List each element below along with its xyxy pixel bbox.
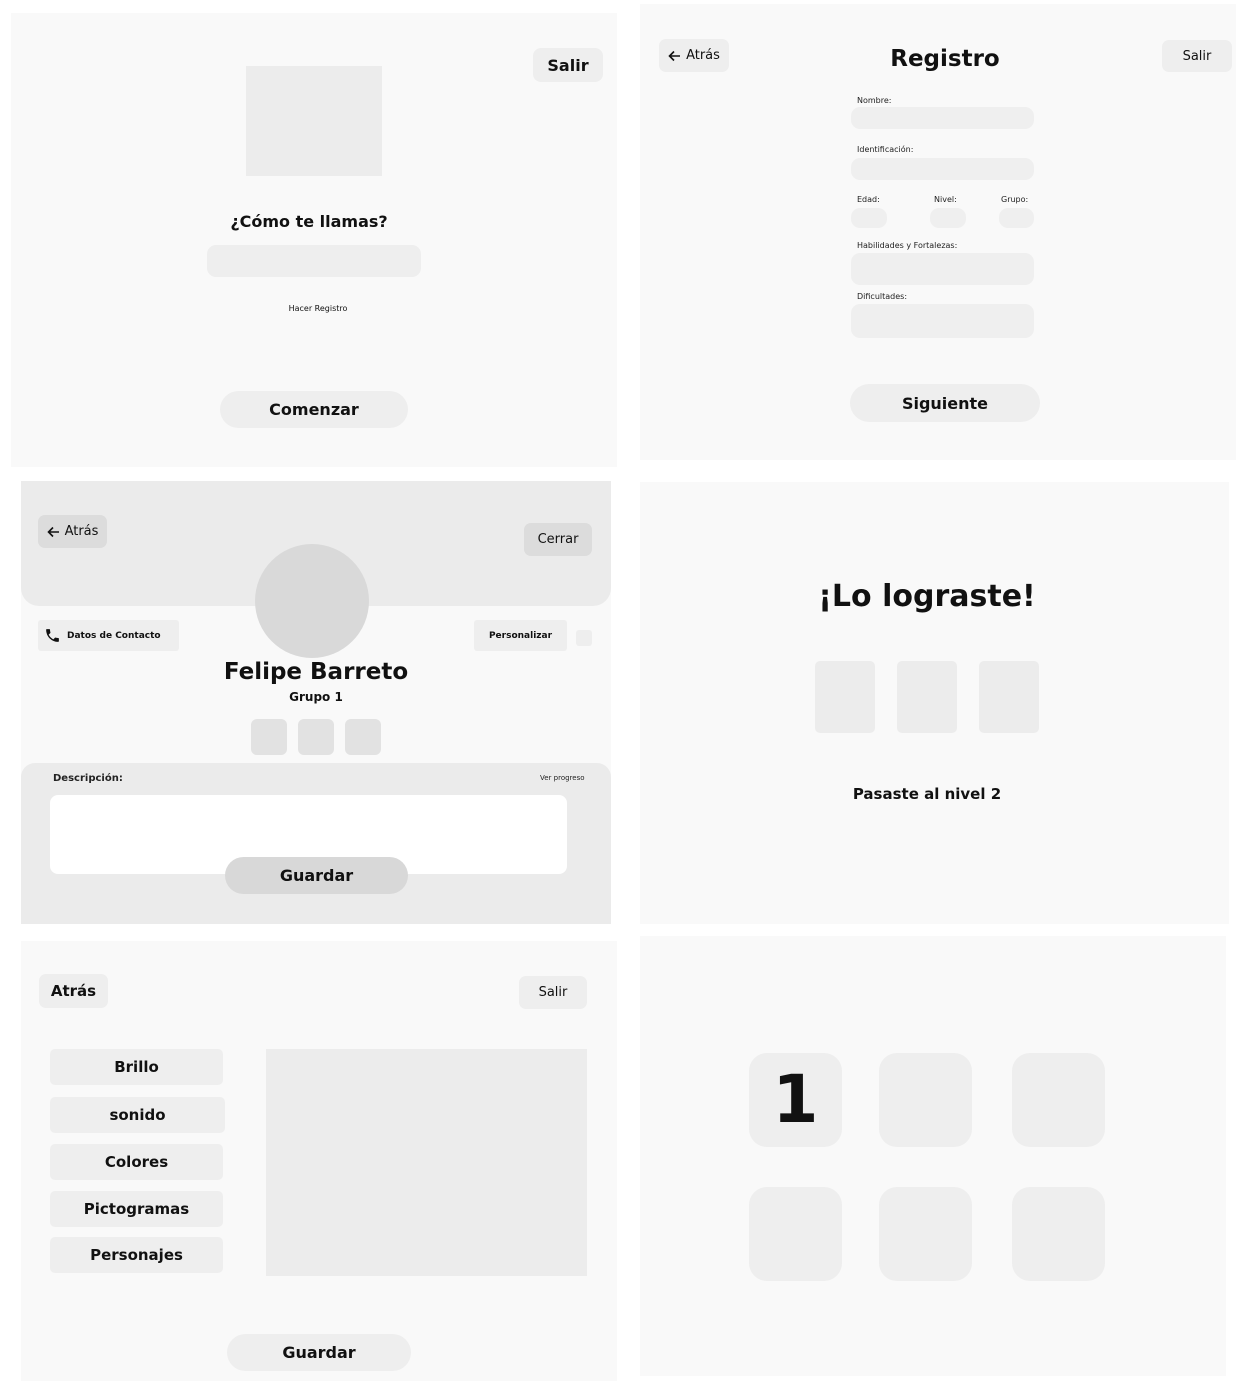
phone-icon — [44, 627, 61, 644]
habilidades-label: Habilidades y Fortalezas: — [857, 241, 958, 250]
back-button[interactable]: Atrás — [39, 974, 108, 1008]
exit-button[interactable]: Salir — [519, 976, 587, 1009]
reward-slot — [897, 661, 957, 733]
screen-name-entry: Salir ¿Cómo te llamas? Hacer Registro Co… — [11, 13, 617, 467]
level-tile-1[interactable]: 1 — [749, 1053, 842, 1147]
profile-group: Grupo 1 — [289, 690, 343, 704]
name-question: ¿Cómo te llamas? — [230, 212, 388, 231]
save-button[interactable]: Guardar — [225, 857, 408, 894]
nombre-field[interactable] — [851, 107, 1034, 129]
settings-preview — [266, 1049, 587, 1276]
menu-item-colores[interactable]: Colores — [50, 1144, 223, 1180]
back-label: Atrás — [64, 524, 99, 539]
badge-slot — [298, 719, 334, 755]
menu-item-sonido[interactable]: sonido — [50, 1097, 225, 1133]
profile-name: Felipe Barreto — [223, 659, 409, 685]
exit-button[interactable]: Salir — [533, 48, 603, 82]
register-link[interactable]: Hacer Registro — [11, 304, 617, 313]
level-tile[interactable] — [879, 1187, 972, 1281]
nivel-label: Nivel: — [934, 195, 957, 204]
identificacion-field[interactable] — [851, 158, 1034, 180]
level-tile[interactable] — [1012, 1053, 1105, 1147]
start-button[interactable]: Comenzar — [220, 391, 408, 428]
grupo-label: Grupo: — [1001, 195, 1029, 204]
level-number: 1 — [772, 1061, 819, 1138]
level-tile[interactable] — [1012, 1187, 1105, 1281]
contact-button[interactable]: Datos de Contacto — [38, 620, 179, 651]
description-label: Descripción: — [53, 773, 123, 784]
badge-slot — [345, 719, 381, 755]
menu-item-pictogramas[interactable]: Pictogramas — [50, 1191, 223, 1227]
nombre-label: Nombre: — [857, 96, 892, 105]
menu-item-personajes[interactable]: Personajes — [50, 1237, 223, 1273]
screen-level-select: 1 — [640, 936, 1226, 1376]
name-input[interactable] — [207, 245, 421, 277]
avatar[interactable] — [255, 544, 369, 658]
save-button[interactable]: Guardar — [227, 1334, 411, 1371]
reward-slot — [815, 661, 875, 733]
next-button[interactable]: Siguiente — [850, 384, 1040, 422]
edad-label: Edad: — [857, 195, 880, 204]
contact-label: Datos de Contacto — [67, 630, 161, 641]
edad-field[interactable] — [851, 208, 887, 228]
level-tile[interactable] — [879, 1053, 972, 1147]
arrow-left-icon — [668, 50, 681, 62]
identificacion-label: Identificación: — [857, 145, 914, 154]
back-label: Atrás — [686, 48, 720, 63]
habilidades-field[interactable] — [851, 253, 1034, 285]
back-button[interactable]: Atrás — [38, 515, 107, 548]
arrow-left-icon — [46, 526, 60, 538]
close-button[interactable]: Cerrar — [524, 523, 592, 556]
screen-settings: Atrás Salir Brillo sonido Colores Pictog… — [21, 941, 617, 1381]
avatar-placeholder — [246, 66, 382, 176]
exit-button[interactable]: Salir — [1162, 40, 1232, 72]
success-title: ¡Lo lograste! — [818, 579, 1036, 614]
menu-item-brillo[interactable]: Brillo — [50, 1049, 223, 1085]
screen-level-complete: ¡Lo lograste! Pasaste al nivel 2 — [640, 482, 1229, 924]
nivel-field[interactable] — [930, 208, 966, 228]
grupo-field[interactable] — [999, 208, 1034, 228]
customize-toggle[interactable] — [576, 630, 592, 646]
customize-button[interactable]: Personalizar — [474, 620, 567, 651]
level-tile[interactable] — [749, 1187, 842, 1281]
screen-profile: Atrás Cerrar Datos de Contacto Personali… — [21, 481, 611, 924]
dificultades-label: Dificultades: — [857, 292, 908, 301]
progress-link[interactable]: Ver progreso — [540, 774, 585, 782]
page-title: Registro — [890, 46, 1000, 72]
back-button[interactable]: Atrás — [659, 39, 729, 72]
reward-slot — [979, 661, 1039, 733]
level-message: Pasaste al nivel 2 — [852, 785, 1002, 803]
dificultades-field[interactable] — [851, 304, 1034, 338]
screen-registration: Atrás Registro Salir Nombre: Identificac… — [640, 4, 1236, 460]
badge-slot — [251, 719, 287, 755]
